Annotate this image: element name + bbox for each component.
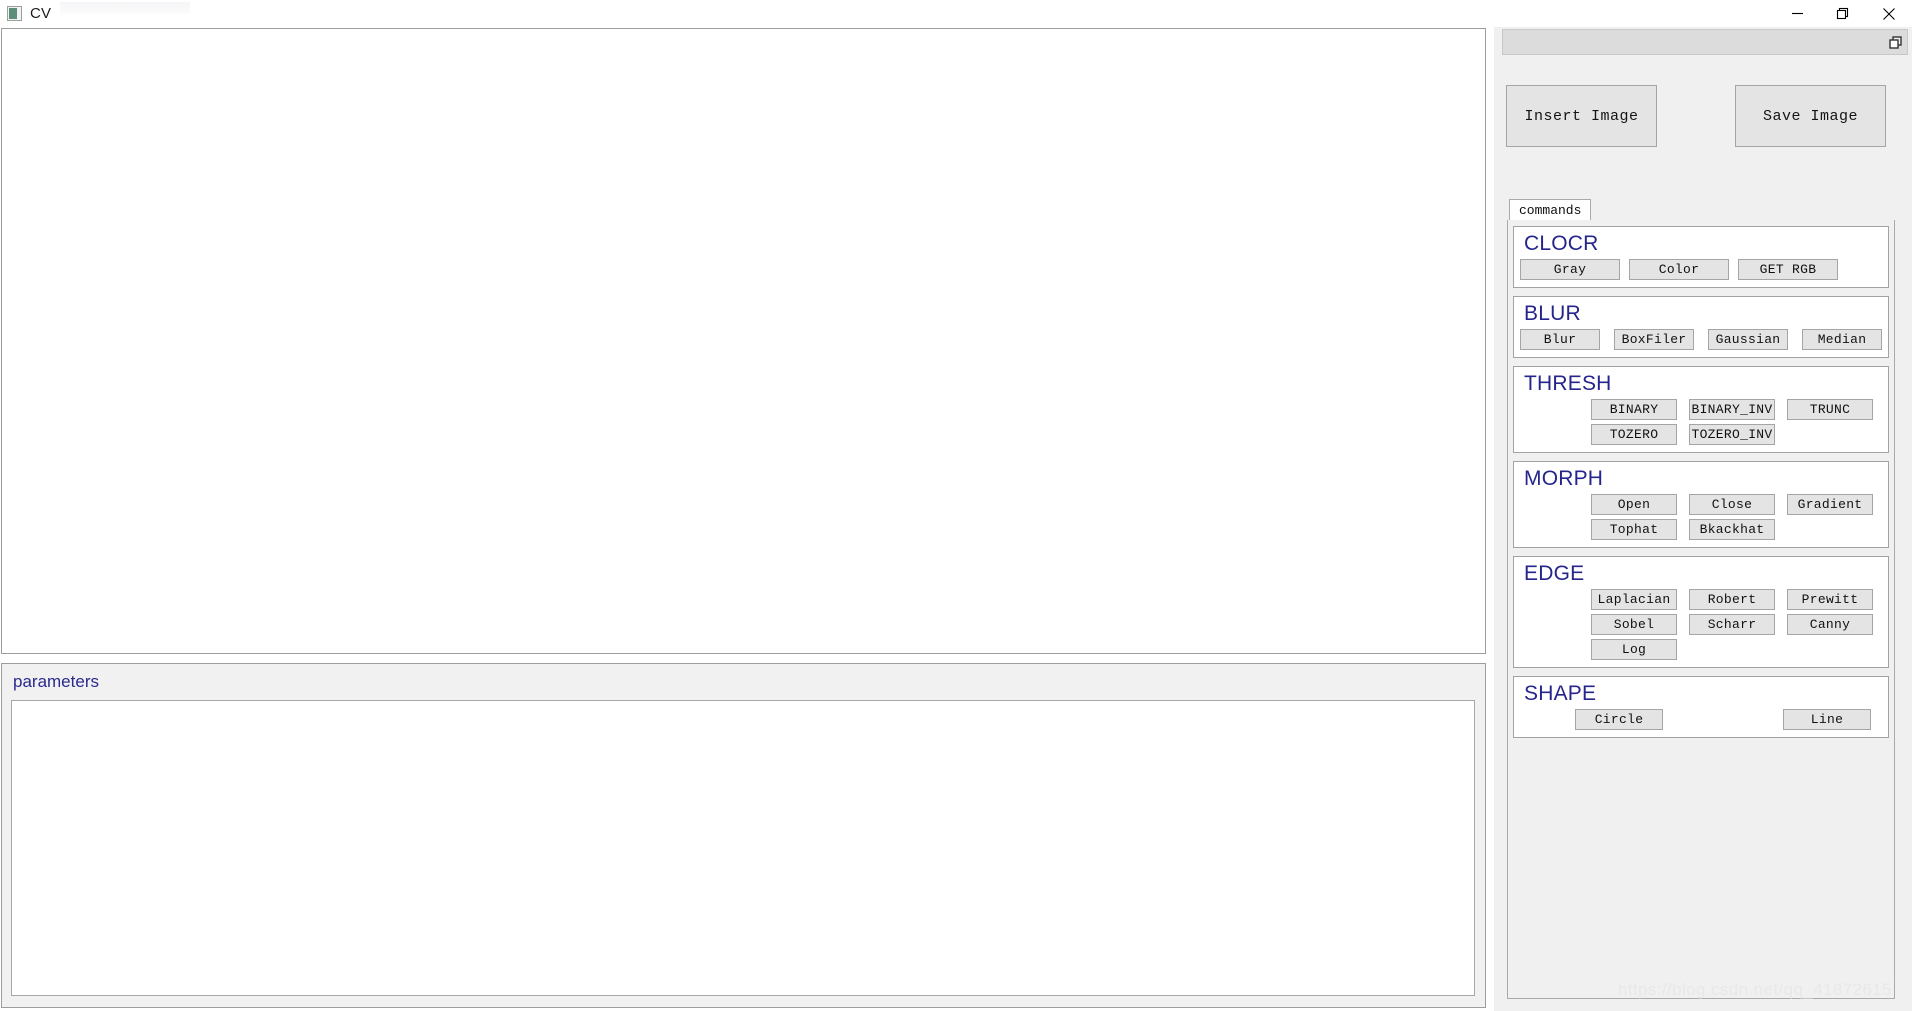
group-clocr-title: CLOCR <box>1524 232 1599 255</box>
dock-titlebar <box>1502 29 1908 55</box>
button-sobel[interactable]: Sobel <box>1591 614 1677 635</box>
button-scharr[interactable]: Scharr <box>1689 614 1775 635</box>
window-controls <box>1774 0 1912 27</box>
close-button[interactable] <box>1866 0 1912 27</box>
parameters-header: parameters <box>2 664 1485 700</box>
button-robert[interactable]: Robert <box>1689 589 1775 610</box>
save-image-button[interactable]: Save Image <box>1735 85 1886 147</box>
group-edge-row-1: Laplacian Robert Prewitt <box>1591 589 1882 610</box>
group-thresh: THRESH BINARY BINARY_INV TRUNC TOZERO TO… <box>1513 366 1889 453</box>
titlebar-watermark-streak <box>60 2 190 14</box>
button-line[interactable]: Line <box>1783 709 1871 730</box>
group-blur-row-1: Blur BoxFiler Gaussian Median <box>1520 329 1882 350</box>
button-open[interactable]: Open <box>1591 494 1677 515</box>
restore-icon <box>1836 7 1849 19</box>
button-color[interactable]: Color <box>1629 259 1729 280</box>
parameters-body[interactable] <box>11 700 1475 996</box>
image-canvas[interactable] <box>1 28 1486 654</box>
button-median[interactable]: Median <box>1802 329 1882 350</box>
button-log[interactable]: Log <box>1591 639 1677 660</box>
group-morph: MORPH Open Close Gradient Tophat Bkackha… <box>1513 461 1889 548</box>
button-boxfiler[interactable]: BoxFiler <box>1614 329 1694 350</box>
button-blur[interactable]: Blur <box>1520 329 1600 350</box>
minimize-icon <box>1791 12 1803 15</box>
window-title: CV <box>30 5 52 22</box>
window-titlebar: CV <box>0 0 1912 27</box>
group-edge: EDGE Laplacian Robert Prewitt Sobel Scha… <box>1513 556 1889 668</box>
parameters-label: parameters <box>13 672 99 691</box>
group-thresh-row-1: BINARY BINARY_INV TRUNC <box>1591 399 1882 420</box>
group-edge-row-3: Log <box>1591 639 1882 660</box>
app-icon <box>7 6 22 21</box>
group-blur: BLUR Blur BoxFiler Gaussian Median <box>1513 296 1889 358</box>
button-tozero[interactable]: TOZERO <box>1591 424 1677 445</box>
workspace: parameters Insert Image Save Image comma… <box>0 27 1912 1011</box>
shape-row-gap <box>1663 709 1783 730</box>
commands-tab-widget: commands CLOCR Gray Color GET RGB BLUR B… <box>1507 199 1895 999</box>
tab-bar: commands <box>1507 199 1895 222</box>
button-gaussian[interactable]: Gaussian <box>1708 329 1788 350</box>
button-get-rgb[interactable]: GET RGB <box>1738 259 1838 280</box>
insert-image-button[interactable]: Insert Image <box>1506 85 1657 147</box>
button-prewitt[interactable]: Prewitt <box>1787 589 1873 610</box>
button-gray[interactable]: Gray <box>1520 259 1620 280</box>
button-tophat[interactable]: Tophat <box>1591 519 1677 540</box>
button-canny[interactable]: Canny <box>1787 614 1873 635</box>
right-dock-column: Insert Image Save Image commands CLOCR G… <box>1494 27 1912 1011</box>
dock-body: Insert Image Save Image commands CLOCR G… <box>1502 57 1908 1009</box>
button-binary[interactable]: BINARY <box>1591 399 1677 420</box>
button-laplacian[interactable]: Laplacian <box>1591 589 1677 610</box>
group-thresh-title: THRESH <box>1524 372 1612 395</box>
button-binary-inv[interactable]: BINARY_INV <box>1689 399 1775 420</box>
left-column: parameters <box>1 27 1488 1011</box>
group-shape-title: SHAPE <box>1524 682 1597 705</box>
button-bkackhat[interactable]: Bkackhat <box>1689 519 1775 540</box>
group-clocr: CLOCR Gray Color GET RGB <box>1513 226 1889 288</box>
button-trunc[interactable]: TRUNC <box>1787 399 1873 420</box>
tab-commands[interactable]: commands <box>1509 199 1592 221</box>
tab-page-commands: CLOCR Gray Color GET RGB BLUR Blur BoxFi… <box>1507 220 1895 999</box>
group-edge-title: EDGE <box>1524 562 1585 585</box>
restore-button[interactable] <box>1820 0 1866 27</box>
button-tozero-inv[interactable]: TOZERO_INV <box>1689 424 1775 445</box>
group-shape: SHAPE Circle Line <box>1513 676 1889 738</box>
group-morph-title: MORPH <box>1524 467 1604 490</box>
group-thresh-row-2: TOZERO TOZERO_INV <box>1591 424 1882 445</box>
restore-small-icon[interactable] <box>1888 35 1903 50</box>
group-morph-row-2: Tophat Bkackhat <box>1591 519 1882 540</box>
group-morph-row-1: Open Close Gradient <box>1591 494 1882 515</box>
button-circle[interactable]: Circle <box>1575 709 1663 730</box>
group-edge-row-2: Sobel Scharr Canny <box>1591 614 1882 635</box>
parameters-panel: parameters <box>1 663 1486 1008</box>
minimize-button[interactable] <box>1774 0 1820 27</box>
group-blur-title: BLUR <box>1524 302 1581 325</box>
button-close[interactable]: Close <box>1689 494 1775 515</box>
titlebar-left: CV <box>0 5 51 22</box>
group-clocr-row-1: Gray Color GET RGB <box>1520 259 1882 280</box>
io-button-row: Insert Image Save Image <box>1502 85 1908 147</box>
button-gradient[interactable]: Gradient <box>1787 494 1873 515</box>
group-shape-row-1: Circle Line <box>1575 709 1882 730</box>
close-icon <box>1883 7 1895 20</box>
